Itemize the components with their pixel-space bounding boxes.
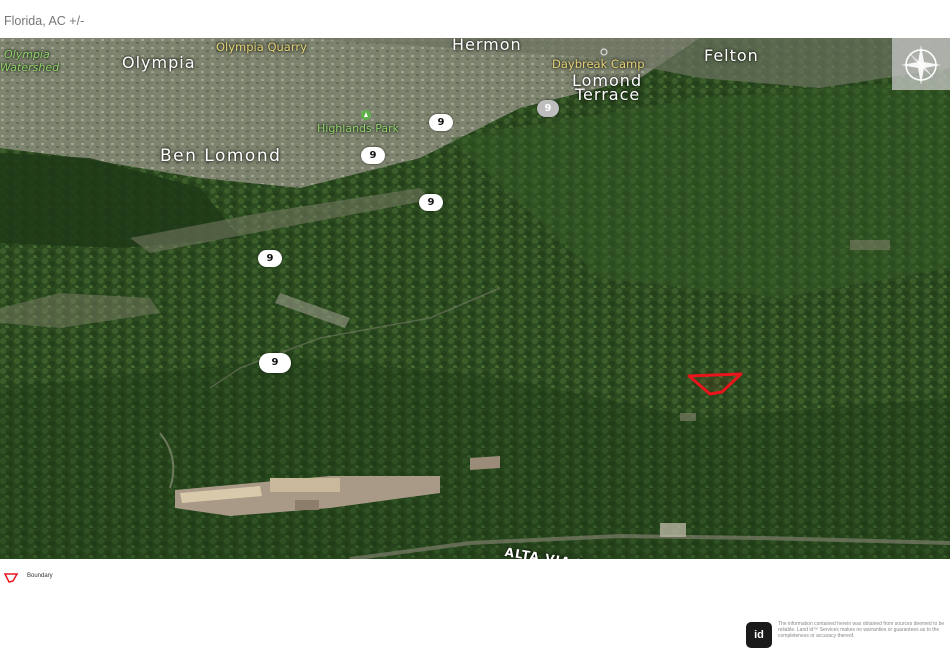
label-daybreak-camp: Daybreak Camp: [552, 57, 645, 71]
park-icon: [361, 110, 371, 120]
compass-icon[interactable]: [892, 38, 950, 90]
disclaimer-text: The information contained herein was obt…: [778, 621, 945, 639]
label-felton: Felton: [704, 46, 759, 65]
satellite-map[interactable]: Hermon Felton Olympia Olympia Watershed …: [0, 38, 950, 559]
header-bar: Florida, AC +/-: [0, 0, 950, 38]
land-id-logo: id: [746, 622, 772, 648]
boundary-icon: [3, 573, 19, 583]
route-9-shield-icon: 9: [258, 250, 282, 267]
label-highlands-park: Highlands Park: [317, 122, 400, 135]
label-olympia-watershed-line2: Watershed: [0, 61, 60, 74]
label-olympia-quarry: Olympia Quarry: [216, 40, 307, 54]
footer-attribution: id The information contained herein was …: [746, 620, 950, 650]
label-lomond-terrace-line2: Terrace: [575, 85, 641, 104]
route-9-shield-icon: 9: [537, 100, 559, 117]
route-9-shield-icon: 9: [429, 114, 453, 131]
label-olympia: Olympia: [122, 53, 196, 72]
legend-label-boundary: Boundary: [27, 573, 53, 579]
route-9-shield-icon: 9: [259, 353, 291, 373]
terrain-imagery: [0, 38, 950, 559]
label-ben-lomond: Ben Lomond: [160, 146, 282, 166]
label-hermon: Hermon: [452, 38, 522, 54]
route-9-shield-icon: 9: [419, 194, 443, 211]
label-olympia-watershed-line1: Olympia: [4, 48, 50, 61]
property-title: Florida, AC +/-: [4, 14, 85, 28]
route-9-shield-icon: 9: [361, 147, 385, 164]
